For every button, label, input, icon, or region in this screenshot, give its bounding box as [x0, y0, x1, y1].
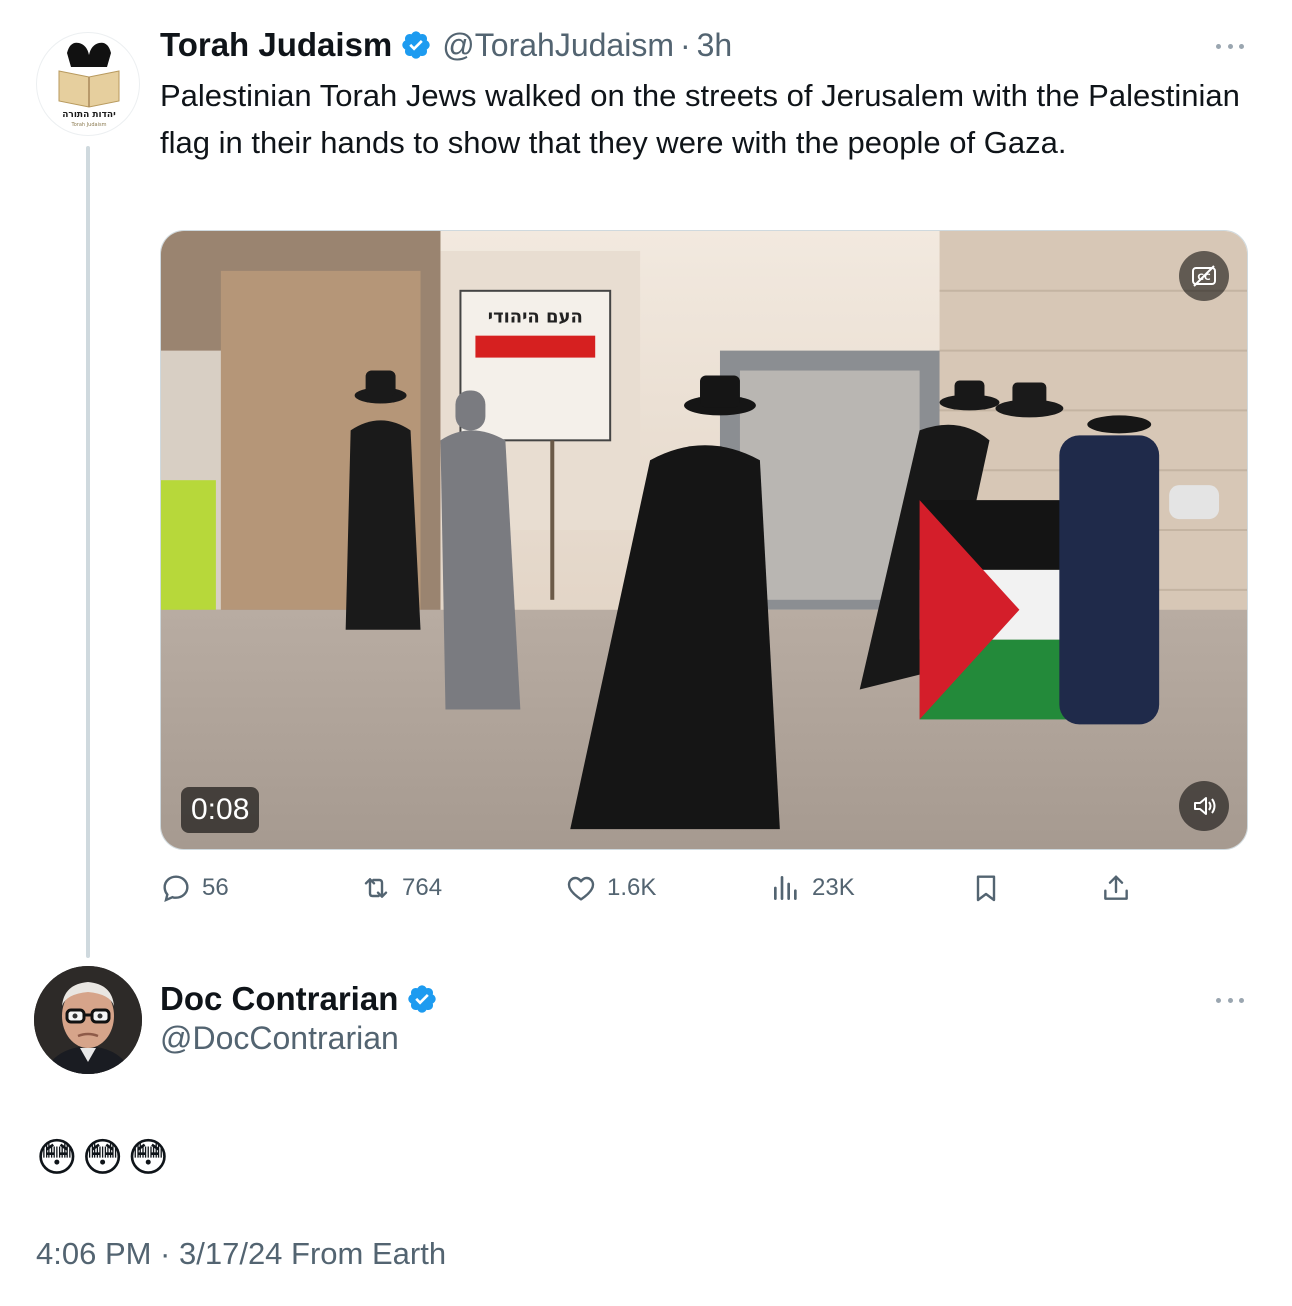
logo-hebrew-text: יהדות התורה: [62, 110, 116, 120]
tweet2-handle[interactable]: @DocContrarian: [160, 1020, 399, 1057]
verified-badge-icon: [408, 985, 437, 1013]
bookmark-button[interactable]: [970, 866, 1012, 910]
book-logo-icon: יהדות התורה Torah Judaism: [58, 42, 120, 128]
views-button[interactable]: 23K: [770, 866, 855, 910]
retweet-icon: [364, 878, 388, 898]
verified-badge-icon: [402, 31, 430, 59]
like-count: 1.6K: [607, 874, 657, 901]
retweet-button[interactable]: 764: [360, 866, 442, 910]
torah-judaism-avatar[interactable]: יהדות התורה Torah Judaism: [36, 32, 140, 136]
reply-count: 56: [202, 874, 229, 901]
tweet1-text: Palestinian Torah Jews walked on the str…: [160, 78, 1240, 160]
more-options-icon[interactable]: [1210, 36, 1250, 56]
tweet2-timestamp[interactable]: 4:06 PM · 3/17/24 From Earth: [36, 1236, 446, 1272]
video-duration: 0:08: [181, 787, 260, 833]
video-frame: העם היהודי: [161, 231, 1247, 849]
tweet1-handle[interactable]: @TorahJudaism: [442, 27, 674, 64]
more-options-icon[interactable]: [1210, 990, 1250, 1010]
volume-icon[interactable]: [1179, 781, 1229, 831]
views-count: 23K: [812, 874, 855, 901]
tweet1-header: Torah Judaism @TorahJudaism · 3h: [160, 24, 732, 66]
tweet2-display-name[interactable]: Doc Contrarian: [160, 980, 398, 1018]
share-icon: [1104, 875, 1128, 900]
logo-subtext: Torah Judaism: [71, 122, 107, 128]
reply-icon: [163, 875, 189, 903]
bookmark-icon: [976, 875, 996, 902]
share-button[interactable]: [1100, 866, 1142, 910]
captions-off-icon[interactable]: CC: [1179, 251, 1229, 301]
heart-icon: [567, 876, 595, 901]
tweet2-text: 😳😳😳: [36, 1136, 174, 1180]
separator-dot: ·: [679, 26, 691, 63]
views-icon: [774, 876, 797, 900]
thread-line: [86, 146, 90, 958]
tweet2-header: Doc Contrarian: [160, 978, 448, 1020]
like-button[interactable]: 1.6K: [565, 866, 656, 910]
protest-sign-text: העם היהודי: [488, 307, 583, 328]
retweet-count: 764: [402, 874, 443, 901]
profile-photo-icon: [34, 966, 142, 1074]
doc-contrarian-avatar[interactable]: [34, 966, 142, 1074]
tweet1-video[interactable]: העם היהודי 0:08 CC: [160, 230, 1248, 850]
tweet1-time[interactable]: 3h: [697, 27, 733, 64]
reply-button[interactable]: 56: [160, 866, 229, 910]
tweet1-display-name[interactable]: Torah Judaism: [160, 26, 392, 64]
